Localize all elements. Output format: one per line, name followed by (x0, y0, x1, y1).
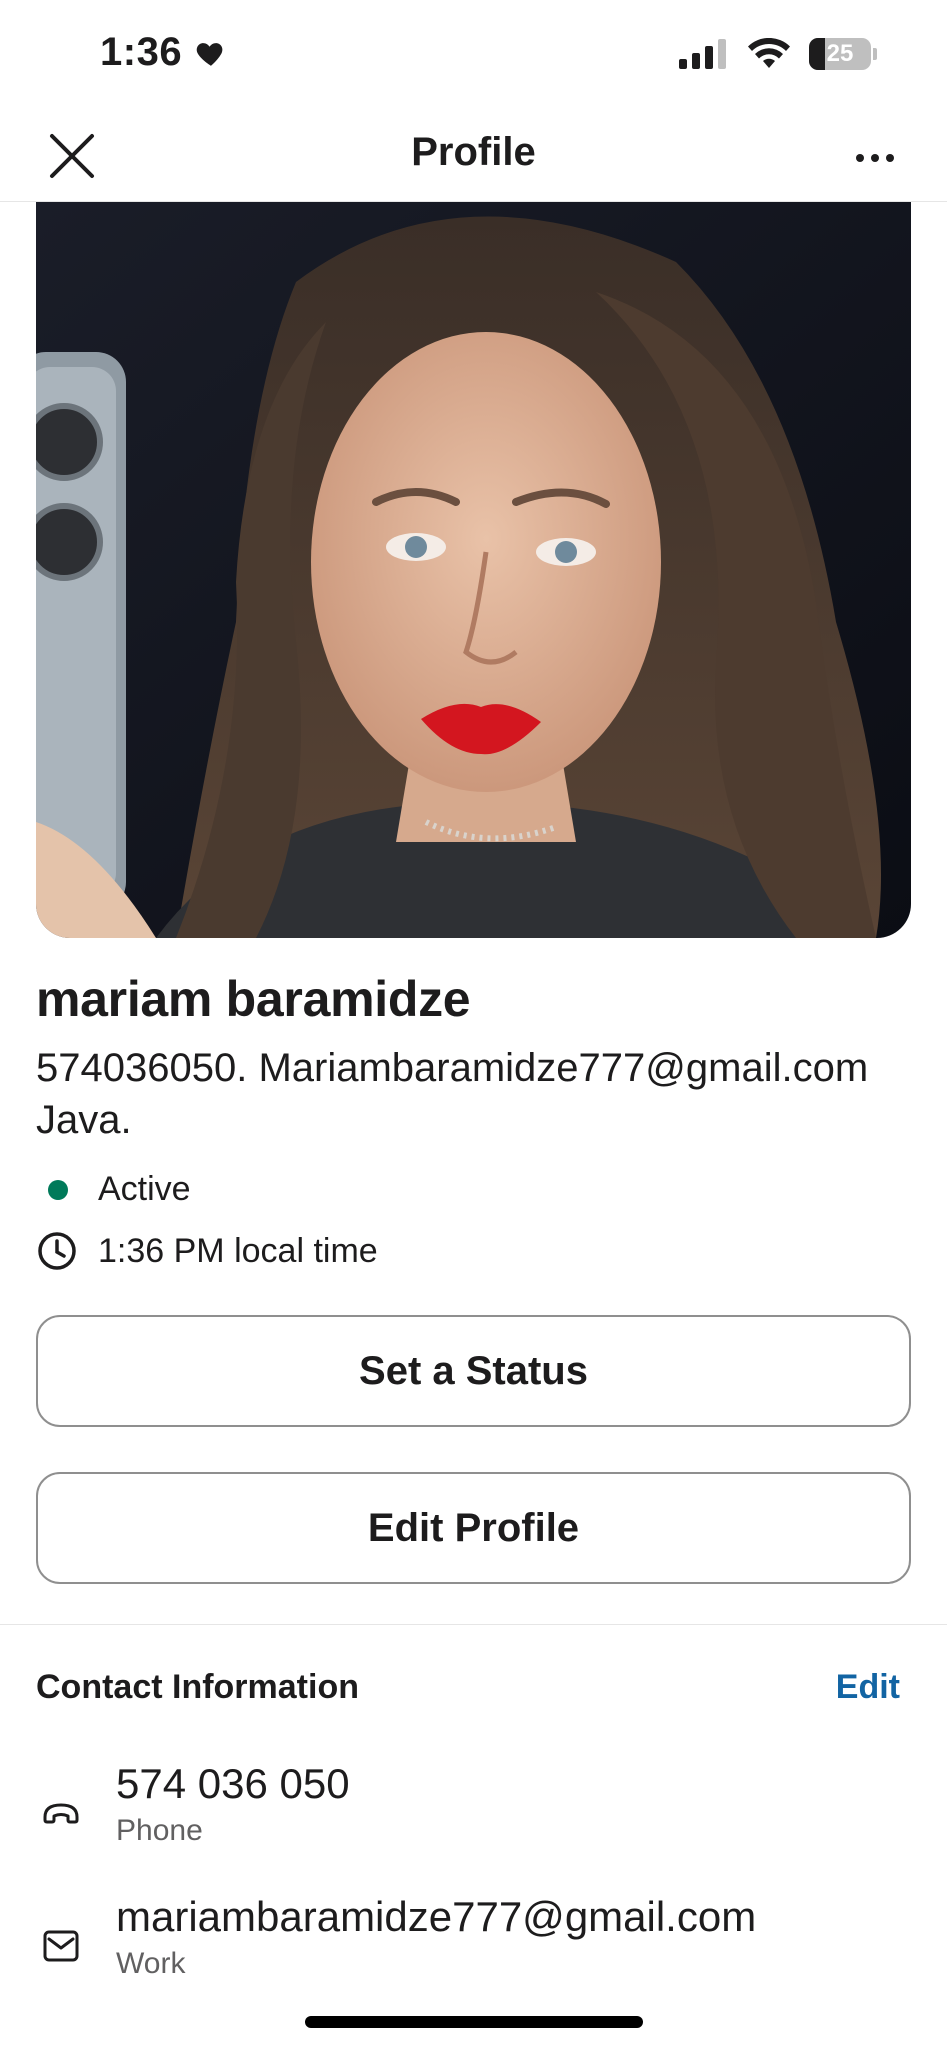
profile-photo[interactable] (36, 202, 911, 938)
phone-icon (36, 1788, 86, 1838)
page-title: Profile (411, 130, 536, 174)
profile-photo-image (36, 202, 911, 938)
contact-phone-label: Phone (116, 1814, 203, 1847)
presence-row: Active (36, 1170, 191, 1209)
profile-name: mariam baramidze (36, 971, 471, 1027)
presence-text: Active (98, 1170, 191, 1208)
more-icon-dot (871, 154, 879, 162)
local-time-text: 1:36 PM local time (98, 1231, 378, 1270)
status-bar: 1:36 25 (0, 0, 947, 110)
battery-icon: 25 (809, 38, 871, 70)
cellular-signal-icon (679, 39, 726, 69)
email-icon (36, 1921, 86, 1971)
section-divider (0, 1624, 947, 1625)
contact-item-email[interactable]: mariambaramidze777@gmail.com Work (36, 1893, 911, 1993)
wifi-icon (748, 38, 790, 68)
battery-nub (873, 48, 877, 60)
status-time: 1:36 (100, 30, 228, 75)
more-icon-dot (856, 154, 864, 162)
home-indicator[interactable] (305, 2016, 643, 2028)
heart-icon (196, 42, 223, 66)
contact-section-title: Contact Information (36, 1668, 359, 1706)
nav-bar: Profile (0, 110, 947, 202)
clock-icon (38, 1232, 76, 1270)
contact-edit-link[interactable]: Edit (836, 1668, 900, 1707)
edit-profile-button[interactable]: Edit Profile (36, 1472, 911, 1584)
contact-email-label: Work (116, 1947, 186, 1980)
set-status-button[interactable]: Set a Status (36, 1315, 911, 1427)
more-options-button[interactable] (843, 130, 907, 186)
contact-email-value: mariambaramidze777@gmail.com (116, 1893, 757, 1940)
local-time-row: 1:36 PM local time (36, 1230, 378, 1272)
status-indicators: 25 (679, 38, 877, 70)
contact-phone-value: 574 036 050 (116, 1760, 350, 1807)
profile-title: 574036050. Mariambaramidze777@gmail.com … (36, 1046, 869, 1142)
contact-item-phone[interactable]: 574 036 050 Phone (36, 1760, 911, 1860)
more-icon-dot (886, 154, 894, 162)
battery-percent: 25 (826, 40, 854, 67)
status-time-text: 1:36 (100, 30, 183, 74)
presence-active-icon (48, 1179, 68, 1200)
